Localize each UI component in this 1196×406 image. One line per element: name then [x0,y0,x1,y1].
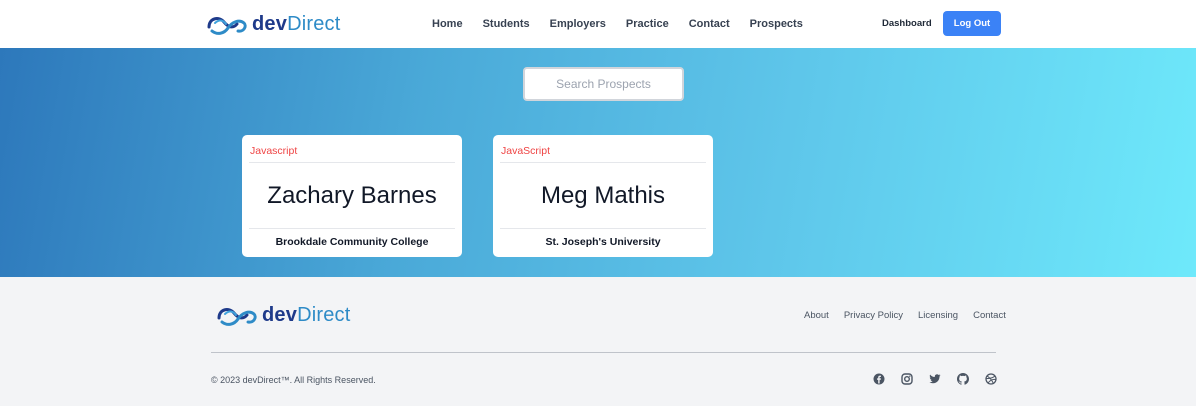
footer-link-licensing[interactable]: Licensing [918,310,958,321]
nav-home[interactable]: Home [432,18,463,30]
instagram-icon[interactable] [901,373,913,385]
facebook-icon[interactable] [873,373,885,385]
footer-divider [211,352,996,353]
search-prospects-input[interactable] [523,67,684,101]
dribbble-icon[interactable] [985,373,997,385]
footer: devDirect About Privacy Policy Licensing… [0,277,1196,406]
nav-practice[interactable]: Practice [626,18,669,30]
prospect-card[interactable]: Javascript Zachary Barnes Brookdale Comm… [242,135,462,257]
card-divider [249,228,455,229]
card-divider [249,162,455,163]
brand-name: devDirect [262,304,351,327]
brand-name-dev: dev [252,12,288,35]
nav-employers[interactable]: Employers [550,18,606,30]
prospects-section: Javascript Zachary Barnes Brookdale Comm… [0,48,1196,277]
language-tag: JavaScript [501,145,551,157]
brand-name-direct: Direct [287,12,341,35]
prospect-name: Meg Mathis [540,182,666,209]
prospect-name: Zachary Barnes [267,182,437,209]
prospect-school: Brookdale Community College [275,236,429,248]
card-divider [500,162,706,163]
social-links [873,373,997,385]
footer-links: About Privacy Policy Licensing Contact [804,310,1006,321]
header-logo[interactable]: devDirect [206,10,341,38]
card-divider [500,228,706,229]
prospect-card[interactable]: JavaScript Meg Mathis St. Joseph's Unive… [493,135,713,257]
github-icon[interactable] [957,373,969,385]
copyright-text: © 2023 devDirect™. All Rights Reserved. [211,375,376,385]
twitter-icon[interactable] [929,373,941,385]
footer-link-contact[interactable]: Contact [973,310,1006,321]
dashboard-link[interactable]: Dashboard [882,18,932,29]
main-nav: Home Students Employers Practice Contact… [432,0,803,48]
language-tag: Javascript [250,145,298,157]
wave-logo-icon [217,308,257,326]
nav-students[interactable]: Students [483,18,530,30]
nav-prospects[interactable]: Prospects [750,18,803,30]
brand-name-dev: dev [262,303,298,326]
footer-link-about[interactable]: About [804,310,829,321]
wave-logo-icon [207,17,247,35]
brand-name-direct: Direct [297,303,351,326]
nav-contact[interactable]: Contact [689,18,730,30]
prospect-school: St. Joseph's University [545,236,661,248]
footer-link-privacy[interactable]: Privacy Policy [844,310,903,321]
logout-button[interactable]: Log Out [943,11,1001,36]
footer-logo[interactable]: devDirect [216,301,351,329]
brand-name: devDirect [252,13,341,36]
top-navbar: devDirect Home Students Employers Practi… [0,0,1196,48]
